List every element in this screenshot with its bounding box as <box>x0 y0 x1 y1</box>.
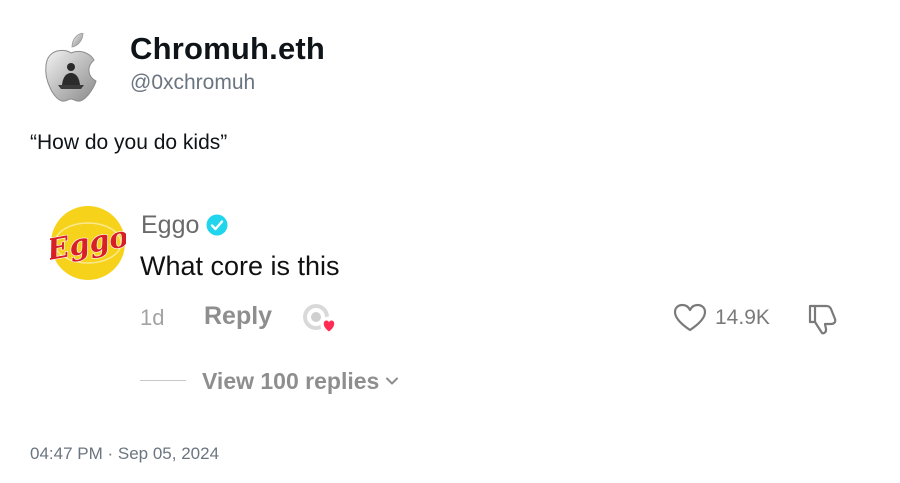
like-count: 14.9K <box>715 306 770 329</box>
comment-age: 1d <box>140 305 165 330</box>
commenter-row: Eggo <box>141 209 228 241</box>
comment-text: What core is this <box>140 251 340 281</box>
thumbs-down-icon <box>808 304 837 335</box>
view-replies-button[interactable]: View 100 replies <box>202 366 400 396</box>
verified-badge-icon <box>206 214 228 236</box>
commenter-name[interactable]: Eggo <box>141 211 199 240</box>
creator-liked-icon <box>300 302 344 336</box>
tweet-text: “How do you do kids” <box>30 131 228 154</box>
eggo-logo-avatar[interactable]: Eggo <box>43 205 132 281</box>
view-replies-label: View 100 replies <box>202 367 380 394</box>
apple-logo-avatar-icon[interactable] <box>40 32 102 103</box>
replies-divider <box>140 380 186 381</box>
author-display-name[interactable]: Chromuh.eth <box>130 31 325 67</box>
chevron-down-icon <box>386 377 399 385</box>
author-handle[interactable]: @0xchromuh <box>130 71 255 95</box>
reply-button[interactable]: Reply <box>204 302 272 331</box>
tweet-timestamp: 04:47 PM · Sep 05, 2024 <box>30 444 220 463</box>
heart-outline-icon <box>673 303 707 332</box>
like-button[interactable]: 14.9K <box>673 301 770 335</box>
dislike-button[interactable] <box>804 301 840 337</box>
